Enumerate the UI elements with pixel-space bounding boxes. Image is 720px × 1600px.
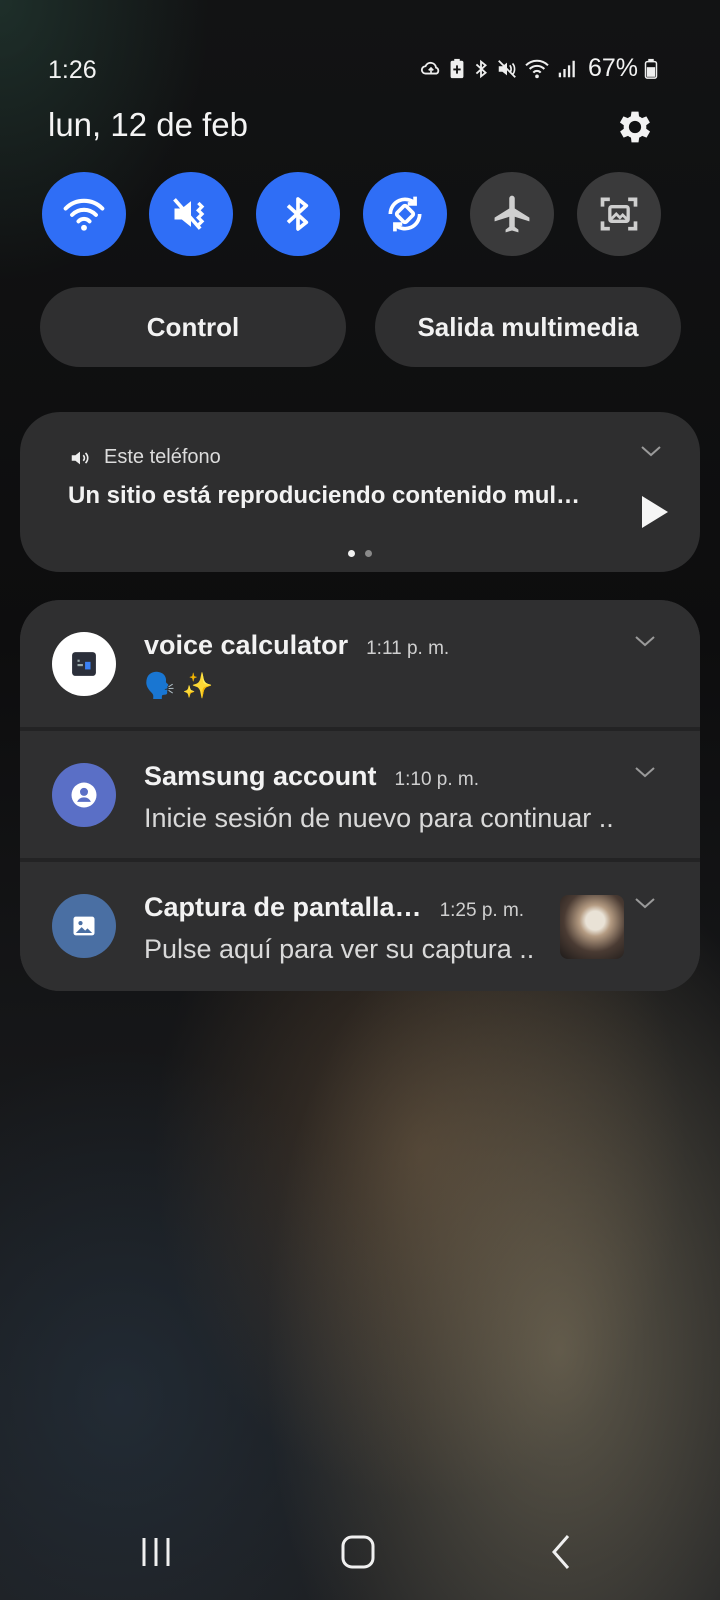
recents-icon: [142, 1538, 170, 1566]
chevron-down-icon: [635, 898, 655, 909]
quick-settings: [42, 172, 678, 258]
notification-expand-button[interactable]: [632, 761, 658, 788]
recents-button[interactable]: [136, 1532, 176, 1577]
cloud-sync-icon: [420, 61, 440, 74]
status-icons: 67%: [420, 54, 658, 83]
play-icon: [642, 496, 668, 528]
bluetooth-toggle[interactable]: [256, 172, 340, 256]
mute-vibrate-icon: [173, 198, 205, 230]
status-bar: 1:26 67%: [0, 44, 720, 92]
media-device: Este teléfono: [68, 446, 221, 469]
page-dot: [365, 550, 372, 557]
notification-expand-button[interactable]: [632, 892, 658, 919]
media-output-button[interactable]: Salida multimedia: [375, 287, 681, 367]
image-icon: [73, 916, 95, 936]
date-label: lun, 12 de feb: [48, 106, 248, 143]
rotate-icon: [388, 196, 422, 232]
app-icon: [52, 632, 116, 696]
notification-list: voice calculator 1:11 p. m. 🗣️ ✨ Samsung…: [20, 600, 700, 991]
media-expand-button[interactable]: [638, 440, 664, 467]
status-clock: 1:26: [48, 56, 97, 84]
notification-time: 1:25 p. m.: [439, 900, 525, 921]
notification-samsung-account[interactable]: Samsung account 1:10 p. m. Inicie sesión…: [20, 731, 700, 858]
screen-capture-icon: [600, 197, 638, 231]
chevron-down-icon: [641, 446, 661, 457]
notification-time: 1:11 p. m.: [366, 638, 450, 659]
media-page-indicator: [348, 550, 372, 557]
notification-expand-button[interactable]: [632, 630, 658, 657]
media-title: Un sitio está reproduciendo contenido mu…: [68, 482, 581, 509]
notification-text: Pulse aquí para ver su captura ..: [144, 934, 535, 964]
notification-app-name: voice calculator: [144, 630, 349, 660]
notification-voice-calculator[interactable]: voice calculator 1:11 p. m. 🗣️ ✨: [20, 600, 700, 727]
notification-header: voice calculator 1:11 p. m.: [144, 630, 449, 661]
bluetooth-icon: [286, 197, 309, 231]
mute-status-icon: [498, 59, 516, 78]
notification-text: 🗣️ ✨: [144, 672, 214, 700]
notification-header: Samsung account 1:10 p. m.: [144, 761, 479, 792]
settings-button[interactable]: [614, 106, 656, 148]
control-button[interactable]: Control: [40, 287, 346, 367]
chevron-down-icon: [635, 767, 655, 778]
notification-header: Captura de pantalla… 1:25 p. m.: [144, 892, 524, 923]
notification-app-name: Captura de pantalla…: [144, 892, 422, 922]
notification-text: Inicie sesión de nuevo para continuar ..: [144, 803, 614, 833]
wifi-toggle[interactable]: [42, 172, 126, 256]
notification-app-name: Samsung account: [144, 761, 377, 791]
wifi-status-icon: [525, 59, 549, 78]
battery-icon: [644, 58, 658, 79]
media-device-label: Este teléfono: [104, 446, 221, 468]
airplane-mode-toggle[interactable]: [470, 172, 554, 256]
gear-icon: [619, 111, 651, 143]
bluetooth-status-icon: [475, 59, 487, 78]
navigation-bar: [0, 1512, 720, 1592]
home-icon: [341, 1535, 375, 1569]
app-icon: [52, 763, 116, 827]
page-dot-active: [348, 550, 355, 557]
home-button[interactable]: [338, 1532, 378, 1577]
notification-time: 1:10 p. m.: [394, 769, 480, 790]
battery-percent: 67%: [587, 54, 638, 82]
play-button[interactable]: [636, 492, 672, 537]
speaker-icon: [71, 451, 89, 464]
battery-saver-icon: [450, 58, 464, 78]
sound-mode-toggle[interactable]: [149, 172, 233, 256]
media-player-card[interactable]: Este teléfono Un sitio está reproduciend…: [20, 412, 700, 572]
app-icon: [52, 894, 116, 958]
wifi-icon: [63, 198, 105, 231]
account-icon: [71, 782, 97, 808]
back-button[interactable]: [542, 1532, 582, 1577]
back-icon: [552, 1535, 570, 1569]
signal-icon: [558, 60, 575, 77]
chevron-down-icon: [635, 636, 655, 647]
calculator-icon: [72, 652, 96, 676]
screenshot-thumbnail[interactable]: [560, 895, 624, 959]
notification-screenshot[interactable]: Captura de pantalla… 1:25 p. m. Pulse aq…: [20, 862, 700, 991]
auto-rotate-toggle[interactable]: [363, 172, 447, 256]
airplane-icon: [494, 195, 530, 233]
screenshot-toggle[interactable]: [577, 172, 661, 256]
